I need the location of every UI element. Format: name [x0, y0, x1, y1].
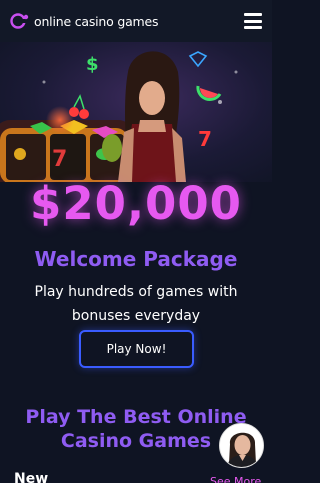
casino-woman-slot-machine-illustration: 7 $ 7 — [0, 51, 238, 182]
hero-banner-image: 7 $ 7 — [0, 42, 272, 182]
svg-text:7: 7 — [52, 147, 67, 172]
bonus-amount: $20,000 — [30, 177, 242, 230]
welcome-package-title: Welcome Package — [34, 247, 238, 271]
site-header: online casino games — [0, 0, 272, 42]
svg-text:7: 7 — [198, 127, 212, 151]
casino-chip-logo-icon — [10, 13, 29, 29]
svg-text:$: $ — [86, 54, 99, 75]
hamburger-menu-icon[interactable] — [244, 13, 262, 29]
see-more-link[interactable]: See More — [210, 475, 261, 483]
support-agent-avatar-image — [220, 424, 263, 467]
site-logo[interactable]: online casino games — [10, 13, 159, 29]
play-now-button[interactable]: Play Now! — [79, 330, 194, 368]
new-games-label: New — [14, 471, 49, 483]
support-agent-avatar[interactable] — [219, 423, 264, 468]
logo-text: online casino games — [34, 13, 159, 29]
hero-description: Play hundreds of games with bonuses ever… — [34, 284, 238, 324]
